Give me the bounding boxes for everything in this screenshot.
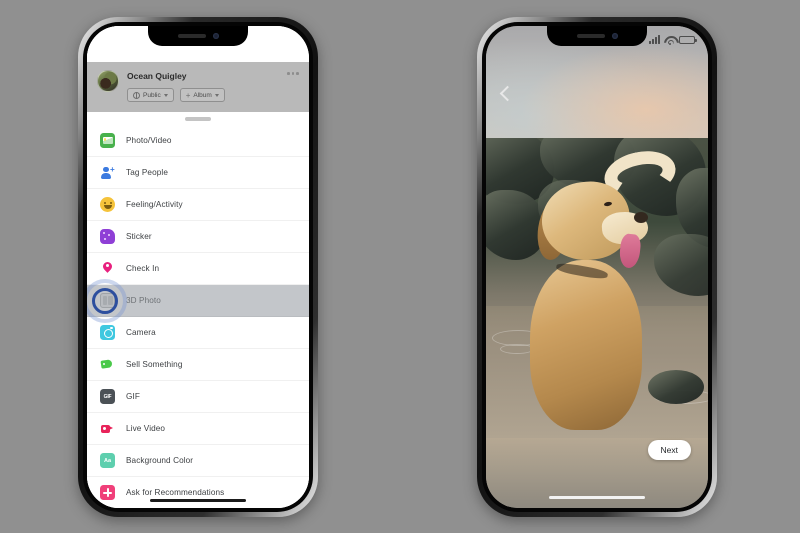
globe-icon (133, 91, 140, 99)
sell-something-icon (100, 357, 115, 372)
front-camera-icon (212, 33, 219, 39)
earpiece-speaker-icon (177, 34, 206, 38)
album-chip[interactable]: + Album (179, 88, 225, 102)
list-item-label: Sticker (126, 232, 152, 241)
home-indicator[interactable] (150, 498, 246, 502)
live-video-icon (100, 421, 115, 436)
ask-recommendations-icon (100, 485, 115, 500)
cellular-signal-icon (649, 35, 660, 44)
dot (296, 72, 299, 75)
list-item-tag-people[interactable]: + Tag People (87, 157, 309, 189)
left-notch (148, 26, 248, 46)
list-item-feeling-activity[interactable]: Feeling/Activity (87, 189, 309, 221)
dog-nose (634, 212, 648, 223)
list-item-label: Sell Something (126, 360, 183, 369)
right-phone-device: Next (477, 17, 717, 517)
list-item-label: GIF (126, 392, 140, 401)
photo-video-icon (100, 133, 115, 148)
list-item-check-in[interactable]: Check In (87, 253, 309, 285)
list-item-sticker[interactable]: Sticker (87, 221, 309, 253)
right-status-bar (649, 35, 697, 45)
next-button[interactable]: Next (647, 440, 691, 460)
dot (291, 72, 295, 75)
front-camera-icon (611, 33, 618, 39)
home-indicator[interactable] (549, 495, 645, 499)
avatar[interactable] (97, 70, 119, 92)
list-item-ask-recommendations[interactable]: Ask for Recommendations (87, 477, 309, 508)
chevron-down-icon (214, 93, 219, 97)
list-item-camera[interactable]: Camera (87, 317, 309, 349)
composer-header: Ocean Quigley Public + Album (87, 62, 309, 112)
chevron-down-icon (163, 93, 168, 97)
right-phone-bezel: Next (482, 22, 712, 512)
list-item-photo-video[interactable]: Photo/Video (87, 125, 309, 157)
list-item-label: Live Video (126, 424, 166, 433)
tag-people-icon: + (100, 165, 115, 180)
battery-icon (679, 36, 697, 44)
earpiece-speaker-icon (576, 34, 605, 38)
list-item-sell-something[interactable]: Sell Something (87, 349, 309, 381)
check-in-icon (100, 261, 115, 276)
composer-options-list: Photo/Video + Tag People Feeling/Activit… (87, 125, 309, 508)
privacy-chip-label: Public (143, 91, 161, 99)
composer-options-sheet: Photo/Video + Tag People Feeling/Activit… (87, 112, 309, 508)
dog-body (530, 260, 642, 430)
3d-photo-icon (100, 293, 115, 308)
list-item-label: Feeling/Activity (126, 200, 183, 209)
list-item-label: Tag People (126, 168, 168, 177)
right-notch (547, 26, 647, 46)
privacy-chip-public[interactable]: Public (127, 88, 174, 102)
list-item-label: 3D Photo (126, 296, 161, 305)
album-chip-label: Album (193, 91, 212, 99)
wifi-icon (664, 36, 675, 45)
list-item-gif[interactable]: GIF GIF (87, 381, 309, 413)
plus-icon: + (185, 90, 191, 100)
background-color-icon: Aa (100, 453, 115, 468)
left-phone-bezel: Ocean Quigley Public + Album Photo/Video… (83, 22, 313, 512)
list-item-label: Camera (126, 328, 156, 337)
list-item-label: Ask for Recommendations (126, 488, 225, 497)
list-item-label: Check In (126, 264, 160, 273)
sticker-icon (100, 229, 115, 244)
camera-icon (100, 325, 115, 340)
feeling-activity-icon (100, 197, 115, 212)
more-options-button[interactable] (287, 72, 299, 75)
sheet-grab-wrap (87, 112, 309, 125)
gif-icon: GIF (100, 389, 115, 404)
list-item-label: Photo/Video (126, 136, 172, 145)
list-item-live-video[interactable]: Live Video (87, 413, 309, 445)
left-phone-device: Ocean Quigley Public + Album Photo/Video… (78, 17, 318, 517)
dog-tongue (618, 233, 642, 269)
user-name: Ocean Quigley (127, 71, 187, 81)
dot (287, 72, 290, 75)
drag-handle[interactable] (185, 117, 211, 121)
photo-preview[interactable] (486, 138, 708, 438)
list-item-label: Background Color (126, 456, 194, 465)
list-item-3d-photo[interactable]: 3D Photo (87, 278, 309, 323)
left-phone-screen: Ocean Quigley Public + Album Photo/Video… (87, 26, 309, 508)
list-item-background-color[interactable]: Aa Background Color (87, 445, 309, 477)
composer-chips: Public + Album (127, 88, 225, 102)
right-phone-screen: Next (486, 26, 708, 508)
